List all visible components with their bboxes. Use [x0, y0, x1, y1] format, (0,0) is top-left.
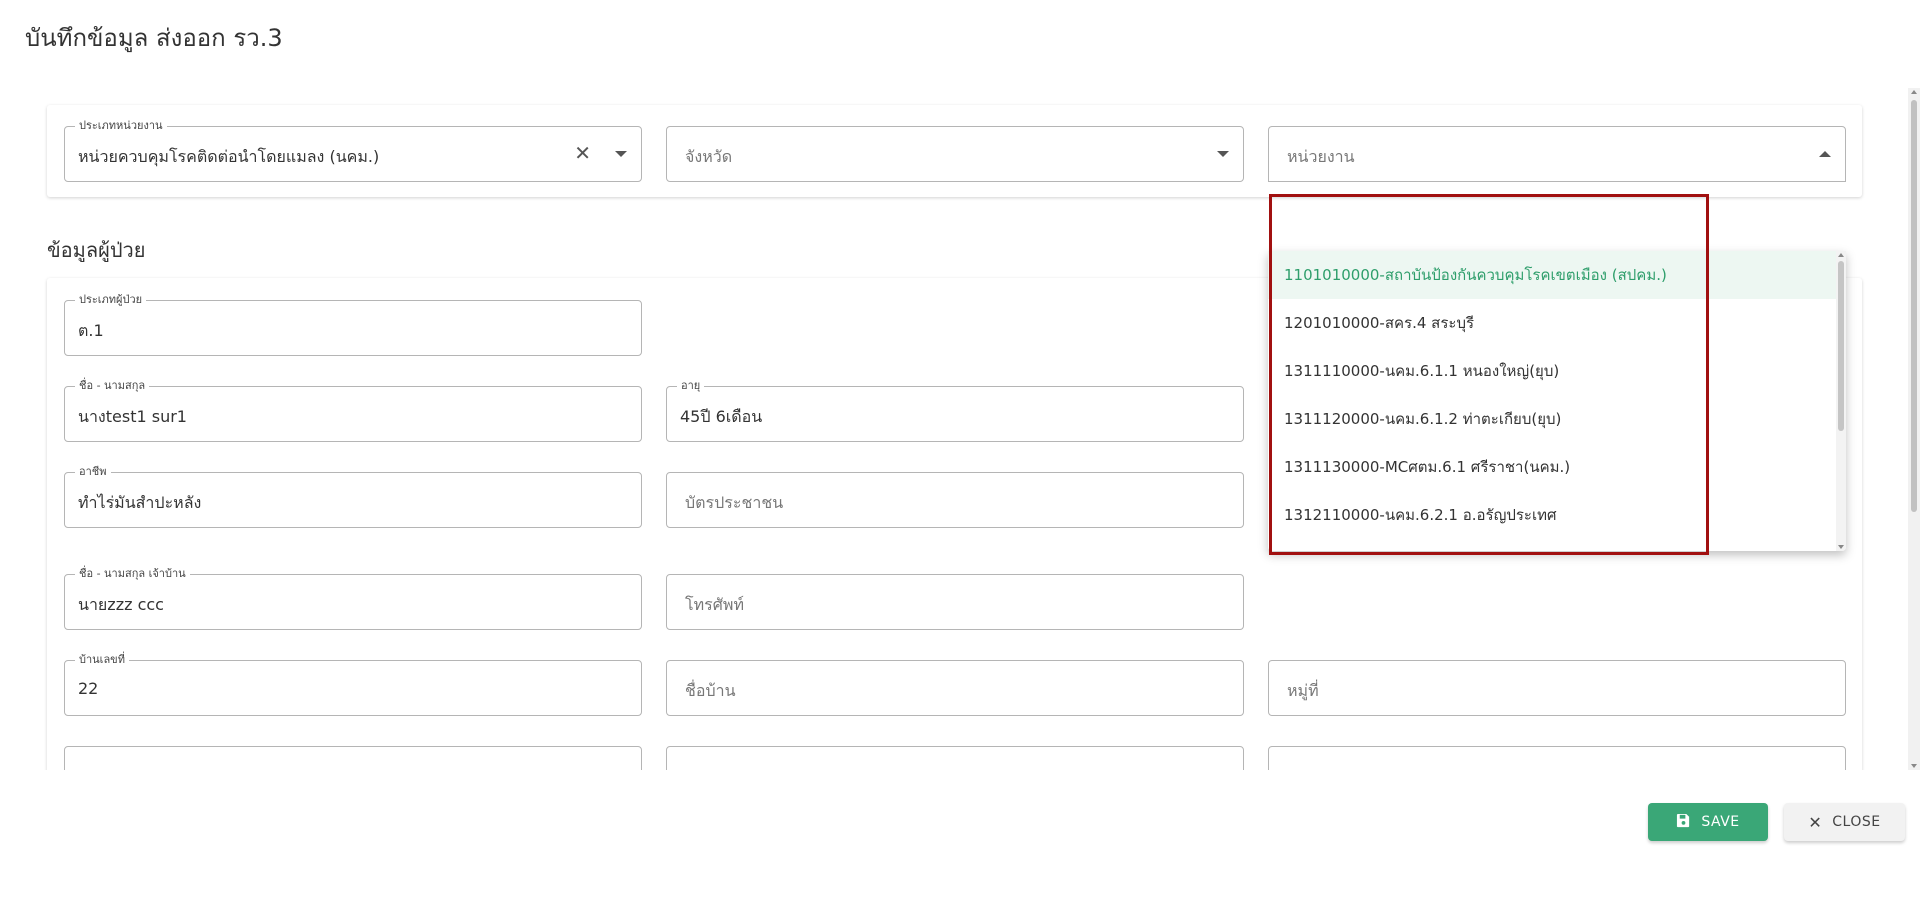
age-value: 45ปี 6เดือน: [680, 407, 763, 426]
occupation-label: อาชีพ: [75, 465, 111, 479]
unit-select[interactable]: หน่วยงาน: [1268, 126, 1846, 182]
subdistrict-field[interactable]: [64, 746, 642, 770]
unit-option[interactable]: 1311120000-นคม.6.1.2 ท่าตะเกียบ(ยุบ): [1268, 395, 1846, 443]
unit-option[interactable]: 1201010000-สคร.4 สระบุรี: [1268, 299, 1846, 347]
owner-name-field[interactable]: ชื่อ - นามสกุล เจ้าบ้าน นายzzz ccc: [64, 567, 642, 630]
unit-dropdown-list[interactable]: 1101010000-สถาบันป้องกันควบคุมโรคเขตเมือ…: [1268, 251, 1846, 551]
province-placeholder: จังหวัด: [685, 147, 733, 166]
moo-field[interactable]: หมู่ที่: [1268, 660, 1846, 716]
clear-icon[interactable]: ✕: [574, 142, 591, 164]
unit-option[interactable]: 1101010000-สถาบันป้องกันควบคุมโรคเขตเมือ…: [1268, 251, 1846, 299]
form-scroll-area[interactable]: ประเภทหน่วยงาน หน่วยควบคุมโรคติดต่อนำโดย…: [0, 70, 1920, 770]
occupation-field[interactable]: อาชีพ ทำไร่มันสำปะหลัง: [64, 465, 642, 528]
unit-placeholder: หน่วยงาน: [1287, 147, 1355, 166]
id-card-field[interactable]: บัตรประชาชน: [666, 472, 1244, 528]
close-button[interactable]: ✕ CLOSE: [1784, 803, 1905, 841]
page-scroll-thumb[interactable]: [1911, 100, 1917, 512]
page-title: บันทึกข้อมูล ส่งออก รว.3: [25, 24, 283, 52]
house-no-field[interactable]: บ้านเลขที่ 22: [64, 653, 642, 716]
scroll-down-icon[interactable]: [1911, 764, 1917, 768]
patient-type-value: ต.1: [78, 321, 104, 340]
patient-type-label: ประเภทผู้ป่วย: [75, 293, 147, 307]
unit-option[interactable]: 1312110000-นคม.6.2.1 อ.อรัญประเทศ: [1268, 491, 1846, 539]
id-card-placeholder: บัตรประชาชน: [685, 493, 784, 512]
chevron-down-icon[interactable]: [1217, 151, 1229, 157]
dropdown-scroll-thumb[interactable]: [1838, 261, 1844, 431]
patient-section-title: ข้อมูลผู้ป่วย: [47, 238, 146, 262]
moo-placeholder: หมู่ที่: [1287, 681, 1319, 700]
unit-type-value: หน่วยควบคุมโรคติดต่อนำโดยแมลง (นคม.): [78, 147, 380, 166]
province-select[interactable]: จังหวัด: [666, 126, 1244, 182]
province-field[interactable]: [1268, 746, 1846, 770]
scroll-down-icon[interactable]: [1838, 545, 1844, 549]
unit-type-label: ประเภทหน่วยงาน: [75, 119, 167, 133]
district-field[interactable]: [666, 746, 1244, 770]
occupation-value: ทำไร่มันสำปะหลัง: [78, 493, 202, 512]
village-name-placeholder: ชื่อบ้าน: [685, 681, 736, 700]
save-button[interactable]: SAVE: [1648, 803, 1768, 841]
dropdown-scrollbar[interactable]: [1836, 251, 1846, 551]
name-field[interactable]: ชื่อ - นามสกุล นางtest1 sur1: [64, 379, 642, 442]
close-label: CLOSE: [1832, 814, 1881, 830]
owner-name-value: นายzzz ccc: [78, 595, 164, 614]
unit-option[interactable]: 1311130000-MCศตม.6.1 ศรีราชา(นคม.): [1268, 443, 1846, 491]
age-field[interactable]: อายุ 45ปี 6เดือน: [666, 379, 1244, 442]
unit-option[interactable]: 1311110000-นคม.6.1.1 หนองใหญ่(ยุบ): [1268, 347, 1846, 395]
phone-field[interactable]: โทรศัพท์: [666, 574, 1244, 630]
page-scrollbar[interactable]: [1908, 88, 1920, 770]
phone-placeholder: โทรศัพท์: [685, 595, 744, 614]
scroll-up-icon[interactable]: [1911, 90, 1917, 94]
owner-name-label: ชื่อ - นามสกุล เจ้าบ้าน: [75, 567, 190, 581]
unit-type-select[interactable]: ประเภทหน่วยงาน หน่วยควบคุมโรคติดต่อนำโดย…: [64, 119, 642, 182]
name-value: นางtest1 sur1: [78, 407, 187, 426]
chevron-up-icon[interactable]: [1819, 151, 1831, 157]
save-label: SAVE: [1701, 814, 1740, 830]
close-icon: ✕: [1808, 812, 1823, 832]
house-no-value: 22: [78, 679, 99, 698]
scroll-up-icon[interactable]: [1838, 253, 1844, 257]
name-label: ชื่อ - นามสกุล: [75, 379, 150, 393]
age-label: อายุ: [677, 379, 705, 393]
save-icon: [1676, 813, 1691, 832]
patient-type-field[interactable]: ประเภทผู้ป่วย ต.1: [64, 293, 642, 356]
village-name-field[interactable]: ชื่อบ้าน: [666, 660, 1244, 716]
house-no-label: บ้านเลขที่: [75, 653, 129, 667]
chevron-down-icon[interactable]: [615, 151, 627, 157]
